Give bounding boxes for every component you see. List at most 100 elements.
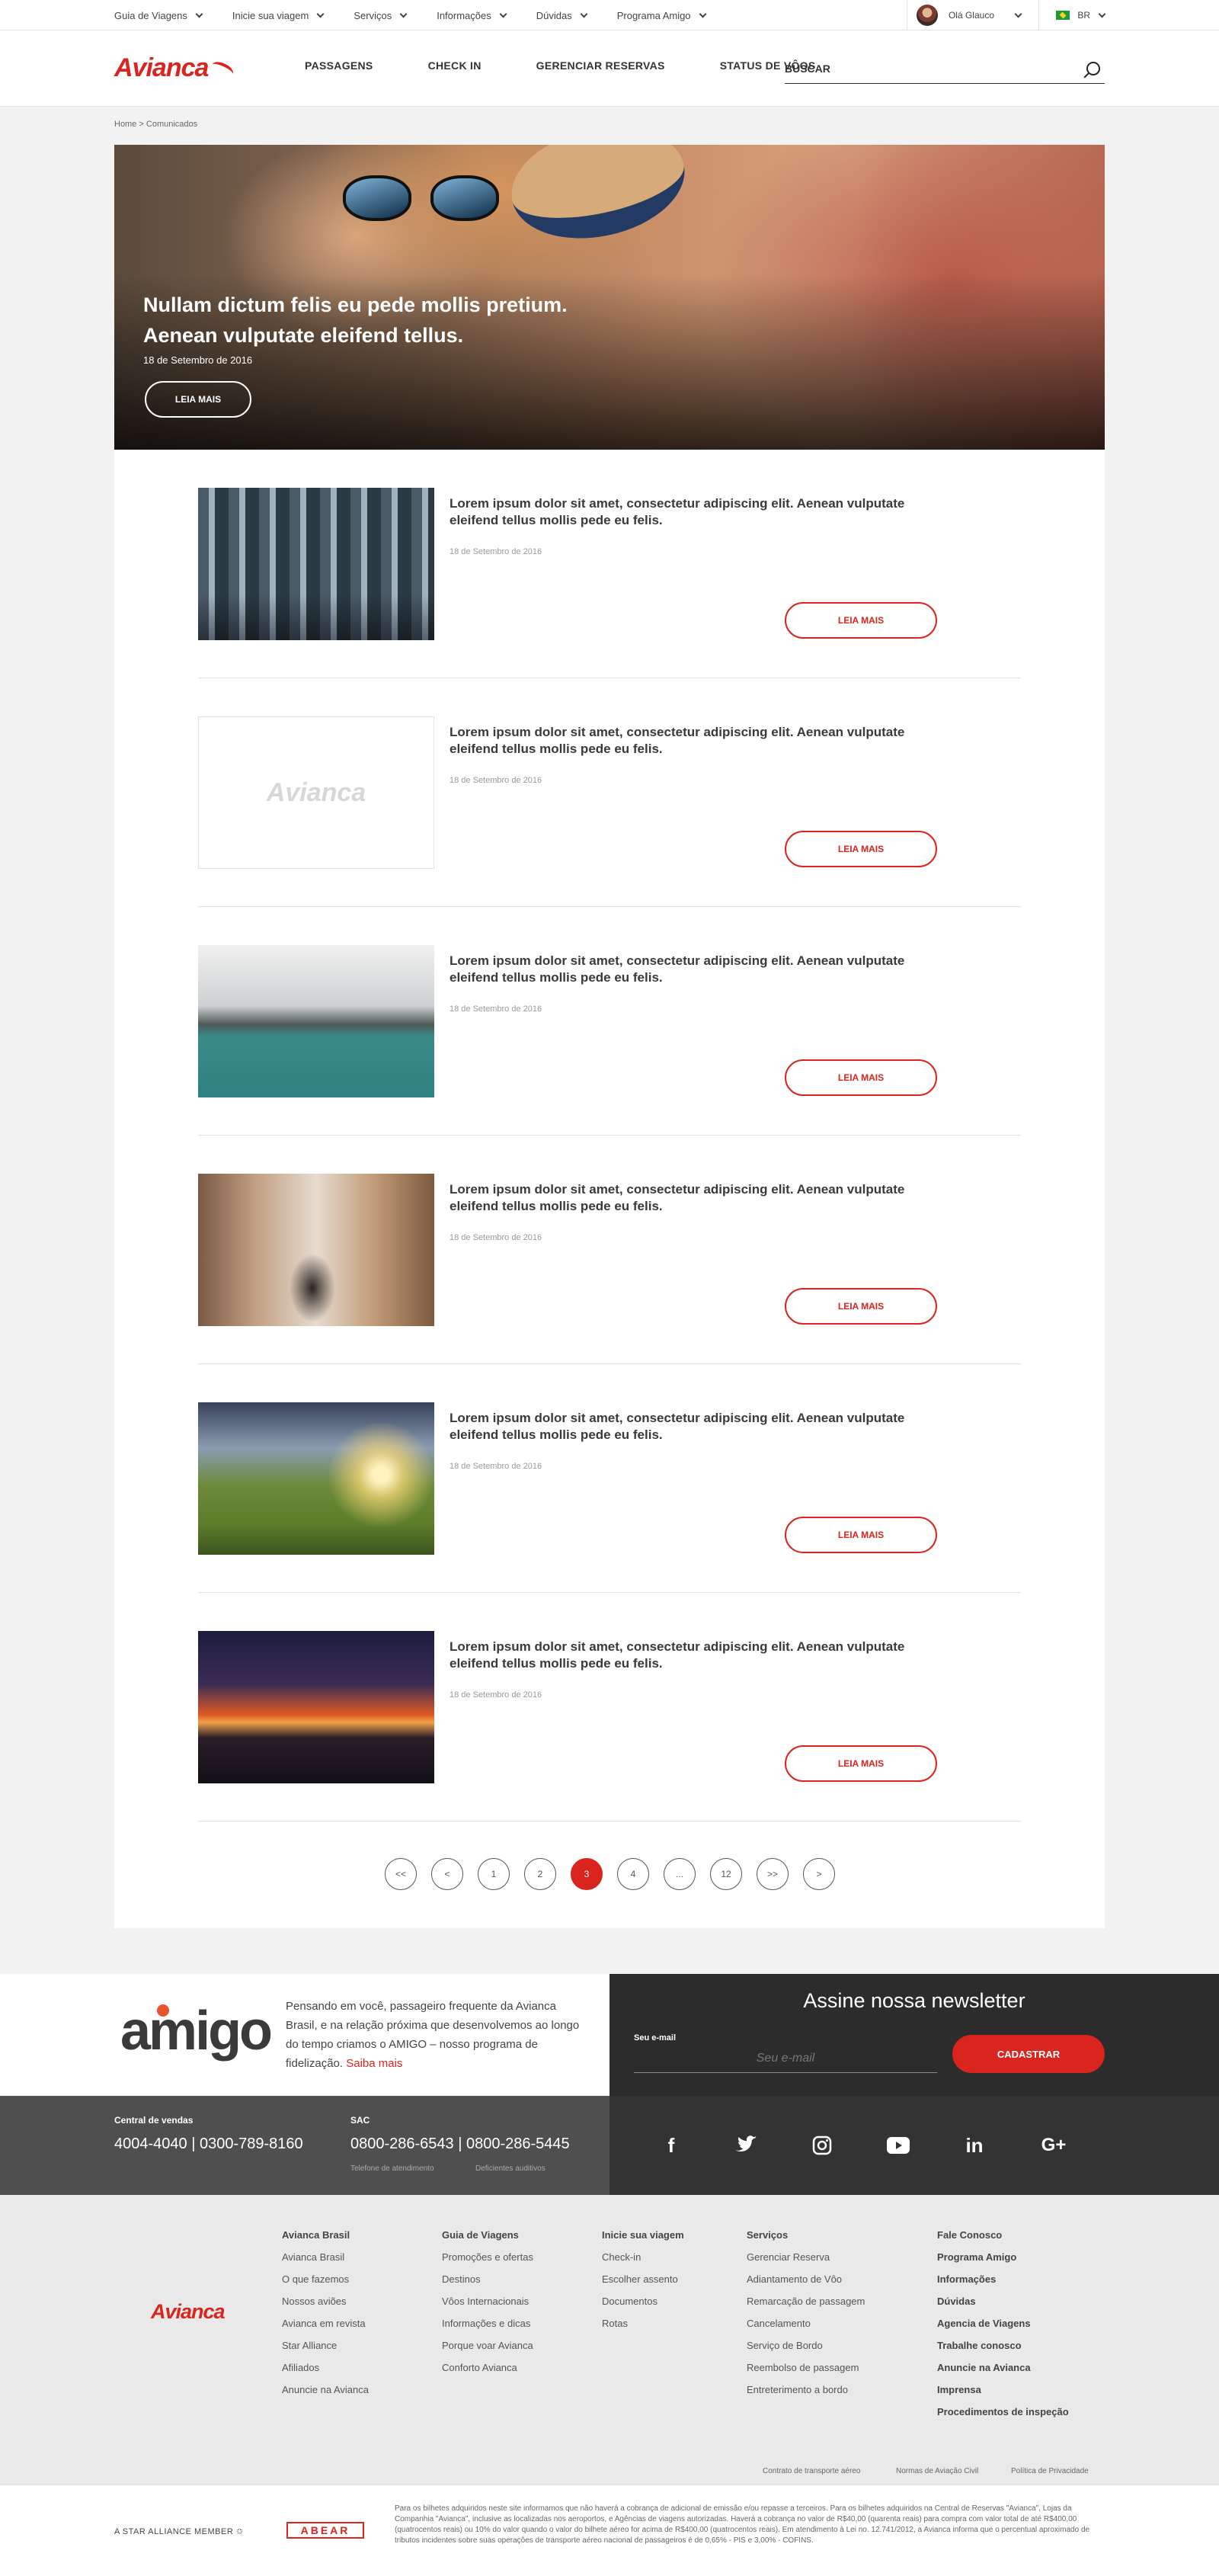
article-title[interactable]: Lorem ipsum dolor sit amet, consectetur … xyxy=(450,1639,945,1672)
footer-link[interactable]: Programa Amigo xyxy=(937,2251,1069,2263)
footer-link[interactable]: Nossos aviões xyxy=(282,2296,369,2307)
user-menu[interactable]: Olá Glauco xyxy=(906,0,1022,30)
menu-duvidas[interactable]: Dúvidas xyxy=(536,10,588,21)
nav-gerenciar-reservas[interactable]: GERENCIAR RESERVAS xyxy=(536,59,665,72)
footer-link[interactable]: Promoções e ofertas xyxy=(442,2251,533,2263)
nav-check-in[interactable]: CHECK IN xyxy=(428,59,482,72)
footer-link[interactable]: Escolher assento xyxy=(602,2273,684,2285)
nav-passagens[interactable]: PASSAGENS xyxy=(305,59,373,72)
footer-link[interactable]: Porque voar Avianca xyxy=(442,2340,533,2351)
footer-heading[interactable]: Serviços xyxy=(747,2229,865,2241)
page-button-current[interactable]: 3 xyxy=(571,1858,603,1890)
menu-informacoes[interactable]: Informações xyxy=(437,10,507,21)
footer-link[interactable]: Avianca Brasil xyxy=(282,2251,369,2263)
article-title[interactable]: Lorem ipsum dolor sit amet, consectetur … xyxy=(450,1181,945,1215)
abear-logo[interactable]: ABEAR xyxy=(286,2522,364,2539)
article-image-placeholder[interactable]: Avianca xyxy=(198,716,434,869)
read-more-button[interactable]: LEIA MAIS xyxy=(785,1517,937,1553)
avatar xyxy=(916,5,938,26)
legal-link-privacy[interactable]: Política de Privacidade xyxy=(1011,2467,1089,2475)
footer-link[interactable]: Reembolso de passagem xyxy=(747,2362,865,2373)
newsletter-submit-button[interactable]: CADASTRAR xyxy=(952,2035,1105,2073)
footer-link[interactable]: Rotas xyxy=(602,2318,684,2329)
breadcrumb[interactable]: Home > Comunicados xyxy=(114,120,197,129)
footer-link[interactable]: Vôos Internacionais xyxy=(442,2296,533,2307)
footer-link[interactable]: Informações e dicas xyxy=(442,2318,533,2329)
read-more-button[interactable]: LEIA MAIS xyxy=(785,831,937,867)
page-button[interactable]: 1 xyxy=(478,1858,510,1890)
footer-link[interactable]: Afiliados xyxy=(282,2362,369,2373)
read-more-button[interactable]: LEIA MAIS xyxy=(785,1059,937,1096)
twitter-icon[interactable] xyxy=(733,2132,759,2158)
footer-link[interactable]: Procedimentos de inspeção xyxy=(937,2406,1069,2417)
footer-link[interactable]: Agencia de Viagens xyxy=(937,2318,1069,2329)
article-title[interactable]: Lorem ipsum dolor sit amet, consectetur … xyxy=(450,495,945,529)
facebook-icon[interactable]: f xyxy=(658,2132,684,2158)
footer-link[interactable]: Anuncie na Avianca xyxy=(937,2362,1069,2373)
page-prev-button[interactable]: < xyxy=(431,1858,463,1890)
footer-link[interactable]: Remarcação de passagem xyxy=(747,2296,865,2307)
footer-avianca-logo[interactable]: Avianca xyxy=(151,2300,226,2324)
page-button[interactable]: 4 xyxy=(617,1858,649,1890)
read-more-button[interactable]: LEIA MAIS xyxy=(785,1745,937,1782)
page-button[interactable]: 2 xyxy=(524,1858,556,1890)
amigo-logo[interactable]: amigo xyxy=(120,2000,273,2062)
footer-heading[interactable]: Inicie sua viagem xyxy=(602,2229,684,2241)
newsletter-email-field[interactable] xyxy=(634,2044,937,2073)
article-image-green-valley[interactable] xyxy=(198,1402,434,1555)
language-selector[interactable]: BR xyxy=(1038,0,1106,30)
page-first-button[interactable]: << xyxy=(385,1858,417,1890)
footer-link[interactable]: Imprensa xyxy=(937,2384,1069,2395)
social-links: f in G+ xyxy=(610,2096,1219,2195)
footer-link[interactable]: Documentos xyxy=(602,2296,684,2307)
footer-link[interactable]: Adiantamento de Vôo xyxy=(747,2273,865,2285)
footer-heading[interactable]: Guia de Viagens xyxy=(442,2229,533,2241)
footer-link[interactable]: O que fazemos xyxy=(282,2273,369,2285)
star-alliance-logo[interactable]: A STAR ALLIANCE MEMBER ✩ xyxy=(114,2526,244,2536)
linkedin-icon[interactable]: in xyxy=(961,2132,987,2158)
footer-link[interactable]: Gerenciar Reserva xyxy=(747,2251,865,2263)
youtube-icon[interactable] xyxy=(885,2132,911,2158)
footer-link[interactable]: Serviço de Bordo xyxy=(747,2340,865,2351)
hero-read-more-button[interactable]: LEIA MAIS xyxy=(145,381,251,418)
page-button[interactable]: 12 xyxy=(710,1858,742,1890)
menu-guia-de-viagens[interactable]: Guia de Viagens xyxy=(114,10,203,21)
footer-link[interactable]: Trabalhe conosco xyxy=(937,2340,1069,2351)
read-more-button[interactable]: LEIA MAIS xyxy=(785,602,937,639)
article-title[interactable]: Lorem ipsum dolor sit amet, consectetur … xyxy=(450,724,945,758)
footer-link[interactable]: Entreterimento a bordo xyxy=(747,2384,865,2395)
article-image-venice-canal[interactable] xyxy=(198,1174,434,1326)
article-image-airplane-cabin[interactable] xyxy=(198,488,434,640)
article-image-sunset-beach[interactable] xyxy=(198,1631,434,1783)
google-plus-icon[interactable]: G+ xyxy=(1041,2132,1067,2158)
amigo-text: Pensando em você, passageiro frequente d… xyxy=(286,2000,580,2070)
footer-link[interactable]: Check-in xyxy=(602,2251,684,2263)
article-title[interactable]: Lorem ipsum dolor sit amet, consectetur … xyxy=(450,1410,945,1443)
article-title[interactable]: Lorem ipsum dolor sit amet, consectetur … xyxy=(450,953,945,986)
instagram-icon[interactable] xyxy=(809,2132,835,2158)
footer-link[interactable]: Conforto Avianca xyxy=(442,2362,533,2373)
page-fast-forward-button[interactable]: >> xyxy=(757,1858,789,1890)
footer-link[interactable]: Destinos xyxy=(442,2273,533,2285)
footer-link[interactable]: Star Alliance xyxy=(282,2340,369,2351)
footer-link[interactable]: Dúvidas xyxy=(937,2296,1069,2307)
avianca-logo[interactable]: Avianca xyxy=(114,53,236,83)
amigo-learn-more-link[interactable]: Saiba mais xyxy=(346,2057,402,2070)
newsletter-signup: Assine nossa newsletter Seu e-mail CADAS… xyxy=(610,1974,1219,2096)
menu-inicie-sua-viagem[interactable]: Inicie sua viagem xyxy=(232,10,325,21)
legal-link-transport-contract[interactable]: Contrato de transporte aéreo xyxy=(763,2467,860,2475)
search-icon[interactable] xyxy=(1086,61,1100,75)
menu-programa-amigo[interactable]: Programa Amigo xyxy=(617,10,706,21)
footer-link[interactable]: Informações xyxy=(937,2273,1069,2285)
article-image-mountain-lake[interactable] xyxy=(198,945,434,1097)
footer-link[interactable]: Cancelamento xyxy=(747,2318,865,2329)
footer-link[interactable]: Avianca em revista xyxy=(282,2318,369,2329)
read-more-button[interactable]: LEIA MAIS xyxy=(785,1288,937,1325)
legal-link-civil-aviation[interactable]: Normas de Aviação Civil xyxy=(896,2467,978,2475)
search-input[interactable] xyxy=(785,62,1086,75)
footer-heading[interactable]: Avianca Brasil xyxy=(282,2229,369,2241)
footer-heading[interactable]: Fale Conosco xyxy=(937,2229,1069,2241)
footer-link[interactable]: Anuncie na Avianca xyxy=(282,2384,369,2395)
menu-servicos[interactable]: Serviços xyxy=(354,10,408,21)
page-next-button[interactable]: > xyxy=(803,1858,835,1890)
